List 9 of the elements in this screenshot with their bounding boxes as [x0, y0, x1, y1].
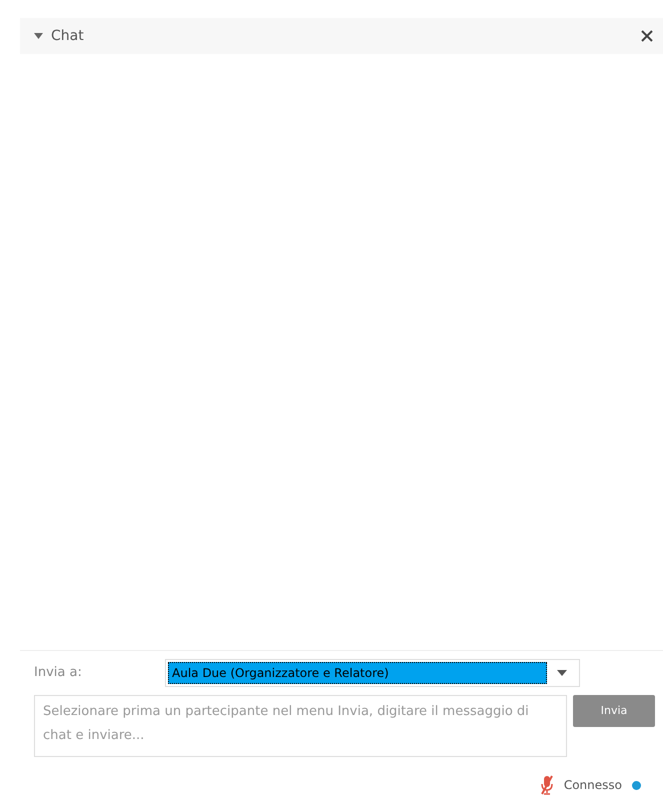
send-to-label: Invia a:	[34, 664, 83, 682]
connection-status: Connesso	[564, 777, 622, 794]
recipient-dropdown[interactable]: Aula Due (Organizzatore e Relatore)	[165, 659, 580, 687]
panel-title: Chat	[51, 26, 84, 46]
message-field[interactable]: Selezionare prima un partecipante nel menu Invia, digitare il messaggio di chat e inviare...	[34, 695, 567, 757]
dropdown-caret-icon	[557, 670, 567, 676]
collapse-icon[interactable]	[34, 32, 43, 40]
close-icon[interactable]	[641, 30, 653, 42]
muted-microphone-icon[interactable]	[540, 775, 554, 795]
